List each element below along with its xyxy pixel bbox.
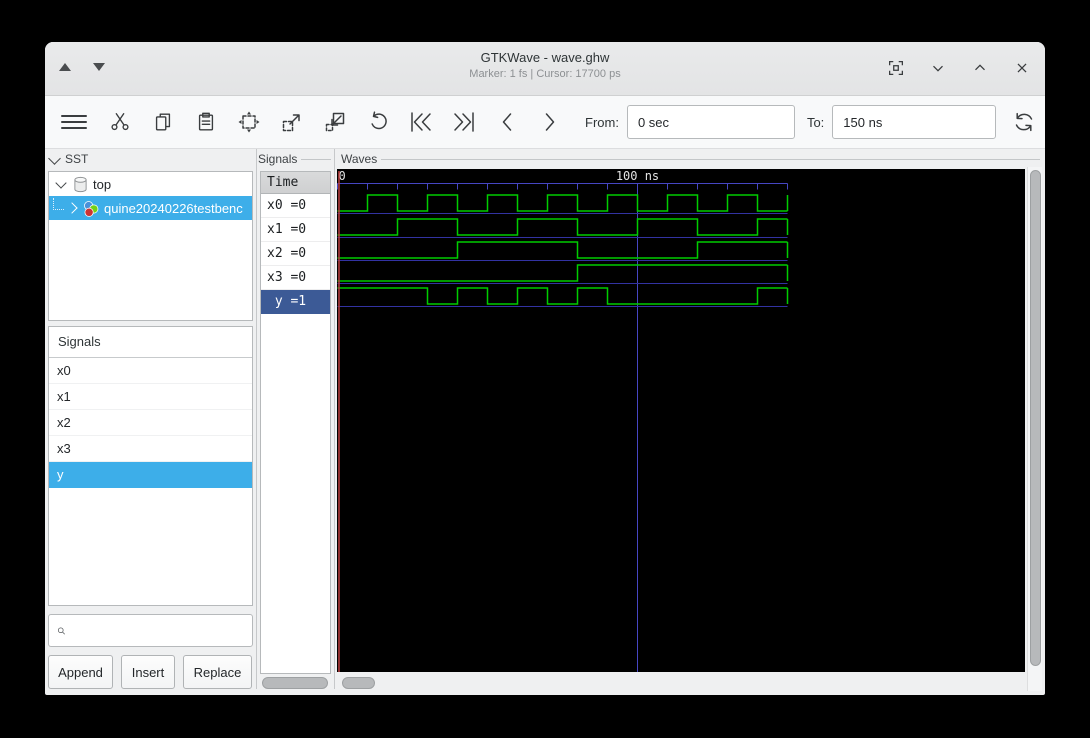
fullscreen-icon bbox=[889, 61, 903, 75]
insert-button-label: Insert bbox=[131, 664, 165, 680]
signal-name-row[interactable]: x2 =0 bbox=[261, 242, 330, 266]
insert-button[interactable]: Insert bbox=[121, 655, 175, 689]
skip-start-icon bbox=[411, 112, 431, 132]
signal-name-row[interactable]: y =1 bbox=[261, 290, 330, 314]
replace-button[interactable]: Replace bbox=[183, 655, 252, 689]
to-input[interactable] bbox=[832, 105, 997, 139]
time-header[interactable]: Time bbox=[261, 172, 330, 194]
to-label: To: bbox=[806, 114, 825, 130]
names-rows: x0 =0 x1 =0 x2 =0 x3 =0 y =1 bbox=[261, 194, 330, 314]
list-item[interactable]: x0 bbox=[49, 358, 252, 384]
minimize-button[interactable] bbox=[925, 55, 951, 81]
tree-item-top[interactable]: top bbox=[49, 172, 252, 196]
list-item[interactable]: x1 bbox=[49, 384, 252, 410]
reload-button[interactable] bbox=[1010, 107, 1038, 137]
next-edge-button[interactable] bbox=[536, 107, 564, 137]
skip-to-start-button[interactable] bbox=[407, 107, 435, 137]
pane-splitter-left[interactable] bbox=[256, 149, 257, 689]
waves-frame-text: Waves bbox=[341, 152, 378, 166]
waves-svg[interactable]: 0 100 ns bbox=[337, 169, 1025, 672]
titlebar[interactable]: GTKWave - wave.ghw Marker: 1 fs | Cursor… bbox=[45, 42, 1045, 96]
sst-tree: top quine20240226testbenc bbox=[48, 171, 253, 321]
undo-button[interactable] bbox=[364, 107, 392, 137]
toolbar: From: To: bbox=[45, 96, 1045, 149]
search-icon bbox=[57, 626, 66, 635]
paste-icon bbox=[198, 112, 214, 131]
hamburger-icon bbox=[61, 115, 87, 129]
tree-guide bbox=[53, 197, 64, 210]
zoom-out-icon bbox=[325, 112, 345, 132]
menu-button[interactable] bbox=[57, 107, 91, 137]
zoom-in-button[interactable] bbox=[278, 107, 306, 137]
pane-splitter-right[interactable] bbox=[334, 149, 335, 689]
signal-name-row[interactable]: x0 =0 bbox=[261, 194, 330, 218]
scissors-icon bbox=[111, 113, 129, 131]
paste-button[interactable] bbox=[192, 107, 220, 137]
waves-hscrollbar[interactable] bbox=[337, 676, 1025, 689]
sst-frame-text: SST bbox=[65, 152, 89, 166]
tree-item-testbench[interactable]: quine20240226testbenc bbox=[49, 196, 252, 220]
skip-to-end-button[interactable] bbox=[450, 107, 478, 137]
chevron-left-icon bbox=[502, 113, 512, 131]
signal-name-row[interactable]: x3 =0 bbox=[261, 266, 330, 290]
signals-list-header: Signals bbox=[49, 327, 252, 358]
prev-edge-button[interactable] bbox=[493, 107, 521, 137]
list-item[interactable]: x3 bbox=[49, 436, 252, 462]
chevron-down-icon bbox=[933, 65, 943, 72]
signals-listbox: Signals x0 x1 x2 x3 y bbox=[48, 326, 253, 606]
frame-line bbox=[381, 158, 1040, 160]
from-label: From: bbox=[585, 114, 619, 130]
append-button-label: Append bbox=[58, 664, 103, 680]
scope-icon bbox=[84, 200, 99, 217]
copy-button[interactable] bbox=[149, 107, 177, 137]
signals-list-body: x0 x1 x2 x3 y bbox=[49, 358, 252, 488]
signal-search[interactable] bbox=[48, 614, 253, 647]
close-icon bbox=[1017, 63, 1027, 73]
expander-right-icon[interactable] bbox=[66, 202, 78, 214]
append-button[interactable]: Append bbox=[48, 655, 113, 689]
list-item[interactable]: x2 bbox=[49, 410, 252, 436]
zoom-out-button[interactable] bbox=[321, 107, 349, 137]
copy-icon bbox=[155, 113, 171, 131]
maximize-button[interactable] bbox=[967, 55, 993, 81]
waves-frame-label: Waves bbox=[341, 152, 1040, 166]
sst-collapse-icon bbox=[48, 151, 61, 165]
undo-icon bbox=[371, 111, 387, 130]
names-frame-text: Signals bbox=[258, 152, 298, 166]
names-frame-label: Signals bbox=[258, 152, 331, 166]
wave-display[interactable]: 0 100 ns bbox=[337, 169, 1025, 672]
replace-button-label: Replace bbox=[193, 664, 242, 680]
signal-name-row[interactable]: x1 =0 bbox=[261, 218, 330, 242]
waves-vscroll-thumb[interactable] bbox=[1030, 170, 1041, 666]
tree-item-label: quine20240226testbenc bbox=[104, 200, 243, 216]
tree-item-label: top bbox=[93, 176, 112, 192]
cut-button[interactable] bbox=[106, 107, 134, 137]
sst-frame-label[interactable]: SST bbox=[48, 151, 89, 166]
from-input[interactable] bbox=[626, 105, 795, 139]
zoom-in-icon bbox=[282, 114, 300, 132]
names-hscroll-thumb[interactable] bbox=[262, 677, 328, 689]
names-hscrollbar[interactable] bbox=[260, 676, 331, 689]
list-item[interactable]: y bbox=[49, 462, 252, 488]
reload-icon bbox=[1016, 112, 1033, 132]
zoom-fit-button[interactable] bbox=[235, 107, 263, 137]
svg-text:100 ns: 100 ns bbox=[616, 169, 659, 183]
waves-vscrollbar[interactable] bbox=[1027, 167, 1042, 691]
expander-down-icon[interactable] bbox=[55, 177, 67, 189]
module-icon bbox=[74, 176, 87, 192]
signal-names-panel: Time x0 =0 x1 =0 x2 =0 x3 =0 y =1 bbox=[260, 171, 331, 674]
zoom-fit-icon bbox=[238, 111, 260, 133]
close-button[interactable] bbox=[1009, 55, 1035, 81]
search-input[interactable] bbox=[72, 614, 252, 647]
main-content: SST top quine20240226testbenc Signals x0… bbox=[45, 149, 1045, 695]
skip-end-icon bbox=[454, 112, 474, 132]
frame-line bbox=[301, 158, 331, 160]
chevron-up-icon bbox=[975, 64, 985, 71]
waves-hscroll-thumb[interactable] bbox=[342, 677, 375, 689]
fullscreen-button[interactable] bbox=[883, 55, 909, 81]
gtkwave-window: GTKWave - wave.ghw Marker: 1 fs | Cursor… bbox=[45, 42, 1045, 695]
chevron-right-icon bbox=[545, 113, 555, 131]
